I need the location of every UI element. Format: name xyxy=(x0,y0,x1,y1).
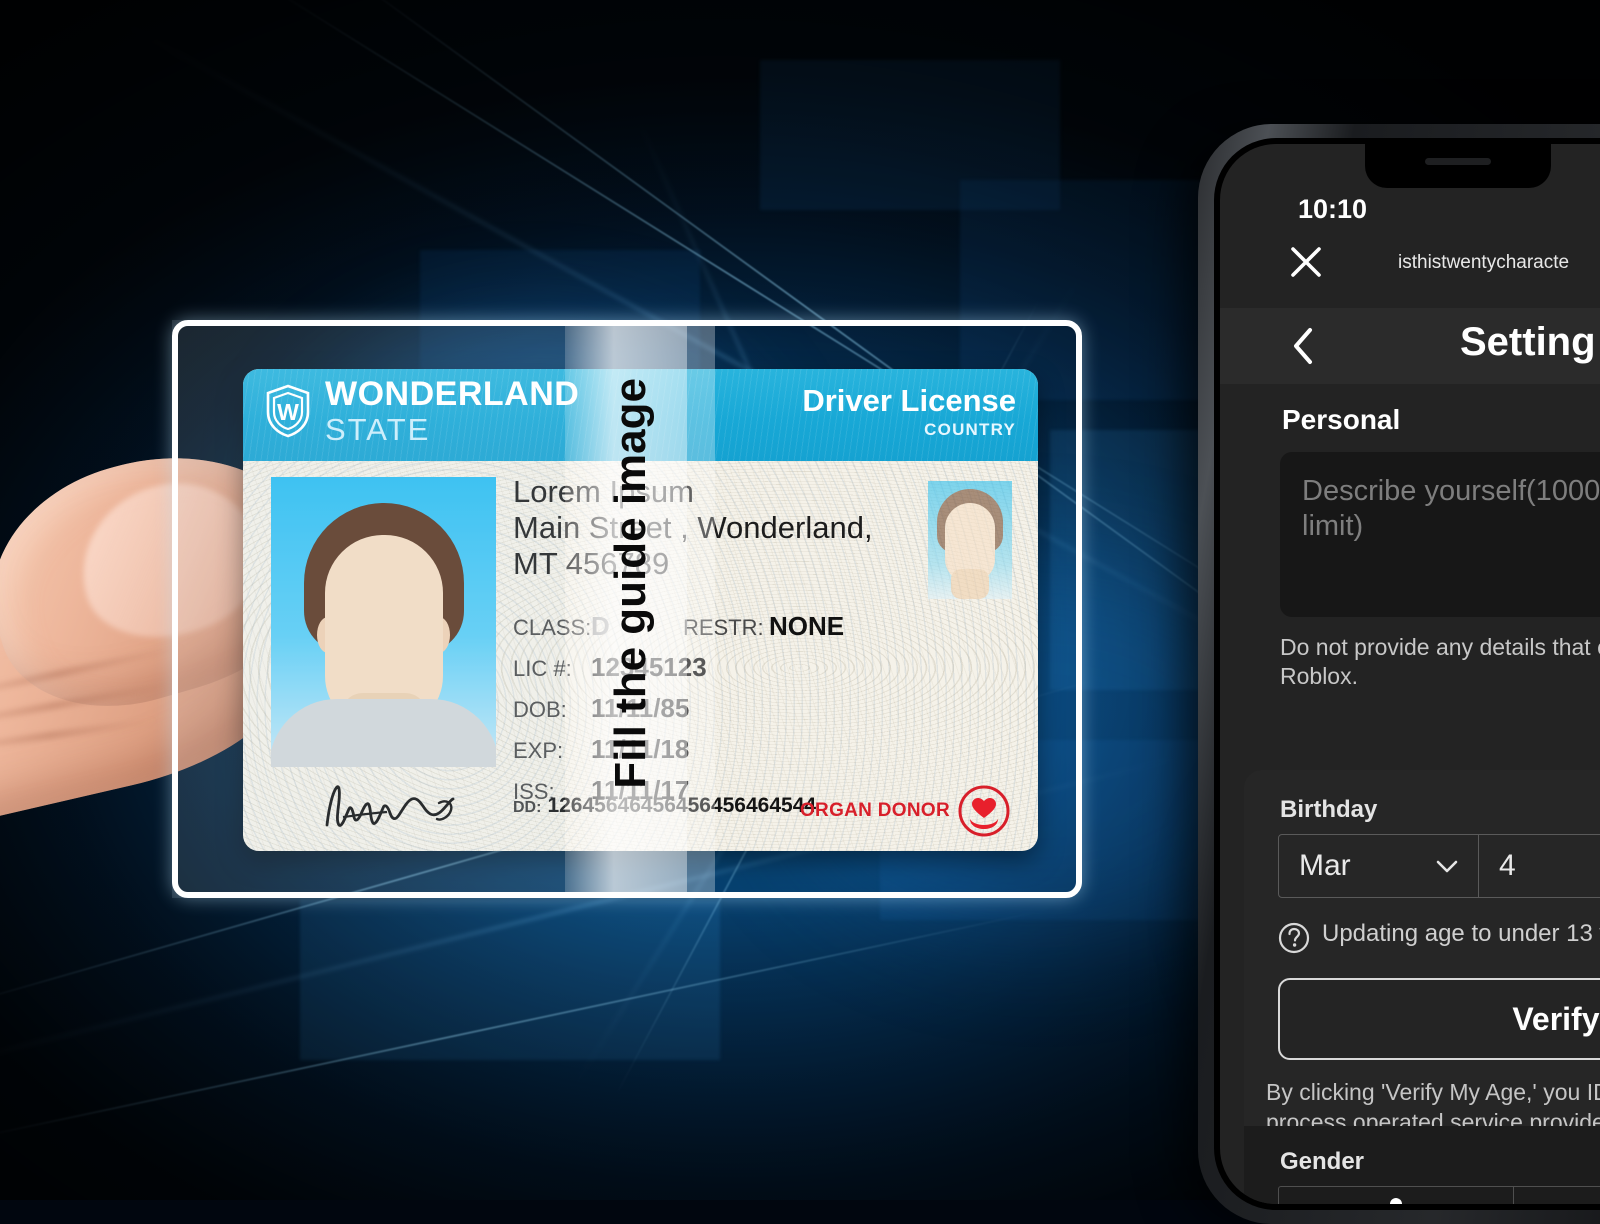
birthday-panel: Birthday Mar 4 xyxy=(1244,770,1600,1156)
phone-notch xyxy=(1365,144,1551,188)
chevron-down-icon xyxy=(1436,860,1458,873)
birthday-fields: Mar 4 xyxy=(1278,834,1600,898)
question-circle-icon[interactable] xyxy=(1278,922,1310,954)
card-state-name: WONDERLAND xyxy=(325,377,579,411)
verify-button-label: Verify My A xyxy=(1512,1001,1600,1038)
gender-option-female[interactable] xyxy=(1514,1187,1600,1204)
page-title: Setting xyxy=(1460,320,1596,365)
birthday-month-select[interactable]: Mar xyxy=(1279,835,1479,897)
describe-yourself-input[interactable]: Describe yourself(1000 limit) xyxy=(1280,452,1600,617)
phone-bezel: 10:10 isthistwentycharacte Setting Perso… xyxy=(1214,138,1600,1210)
card-doc-title: Driver License xyxy=(802,385,1016,418)
phone-screen: 10:10 isthistwentycharacte Setting Perso… xyxy=(1220,144,1600,1204)
card-doc-type: Driver License COUNTRY xyxy=(802,385,1016,438)
age-hint-row: Updating age to under 13 wil xyxy=(1278,920,1600,954)
svg-text:W: W xyxy=(277,399,299,425)
phone-device: 10:10 isthistwentycharacte Setting Perso… xyxy=(1198,124,1600,1224)
app-nav-bar: Setting xyxy=(1220,308,1600,384)
phone-speaker xyxy=(1425,158,1491,165)
close-icon[interactable] xyxy=(1288,244,1324,280)
gender-language-panel: Gender Language English xyxy=(1244,1126,1600,1204)
gender-label: Gender xyxy=(1280,1148,1600,1176)
birthday-day-select[interactable]: 4 xyxy=(1479,835,1600,897)
chevron-left-icon[interactable] xyxy=(1290,326,1316,366)
birthday-day-value: 4 xyxy=(1499,849,1516,883)
card-state-sub: STATE xyxy=(325,414,579,445)
age-hint-text: Updating age to under 13 wil xyxy=(1322,920,1600,948)
describe-placeholder-line2: limit) xyxy=(1302,510,1363,542)
describe-placeholder: Describe yourself(1000 limit) xyxy=(1302,474,1600,544)
username-label: isthistwentycharacte xyxy=(1398,252,1569,274)
describe-placeholder-line1: Describe yourself(1000 xyxy=(1302,475,1600,507)
settings-content: Personal Describe yourself(1000 limit) D… xyxy=(1220,384,1600,691)
gender-options xyxy=(1278,1186,1600,1204)
birthday-label: Birthday xyxy=(1280,796,1600,824)
person-icon xyxy=(1385,1197,1407,1204)
card-doc-country: COUNTRY xyxy=(802,421,1016,439)
card-state-branding: W WONDERLAND STATE xyxy=(265,377,579,445)
legal-line-1: By clicking 'Verify My Age,' you xyxy=(1266,1079,1587,1105)
verify-my-age-button[interactable]: Verify My A xyxy=(1278,978,1600,1060)
birthday-month-value: Mar xyxy=(1299,849,1351,883)
shield-icon: W xyxy=(265,384,311,438)
privacy-note-line1: Do not provide any details that c xyxy=(1280,634,1600,660)
section-header-personal: Personal xyxy=(1282,404,1600,436)
app-top-bar: isthistwentycharacte xyxy=(1220,240,1600,302)
gender-option-male[interactable] xyxy=(1279,1187,1514,1204)
status-bar-time: 10:10 xyxy=(1298,194,1367,225)
fill-guide-instruction: Fill the guide image xyxy=(606,378,656,789)
privacy-note: Do not provide any details that c you ou… xyxy=(1280,633,1600,691)
